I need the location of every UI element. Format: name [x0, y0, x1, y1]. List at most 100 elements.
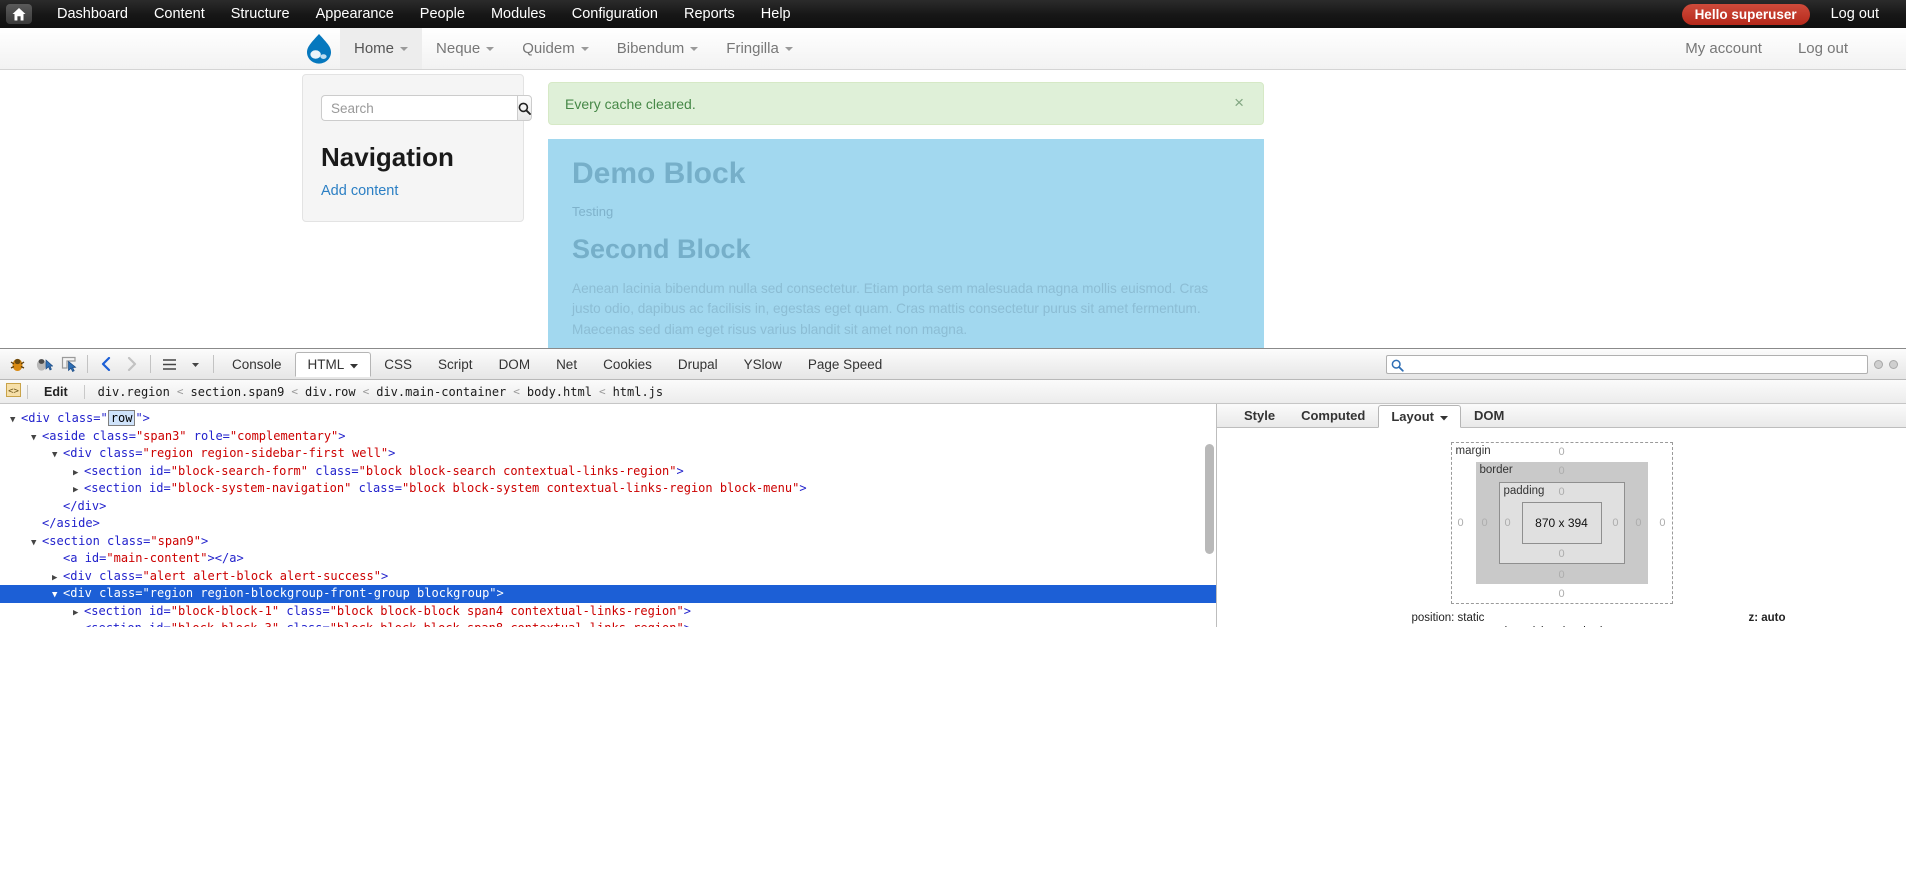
padding-left-value[interactable]: 0: [1505, 517, 1511, 529]
firebug-tab-net[interactable]: Net: [543, 352, 590, 377]
firebug-tab-dom[interactable]: DOM: [486, 352, 544, 377]
firebug-tab-yslow[interactable]: YSlow: [731, 352, 795, 377]
firebug-minimize-icon[interactable]: [1874, 359, 1883, 369]
user-greeting-badge[interactable]: Hello superuser: [1681, 3, 1810, 25]
side-tab-computed[interactable]: Computed: [1288, 404, 1378, 427]
twisty-closed-icon[interactable]: ▶: [73, 622, 84, 627]
html-token-val: "block block-block span8 contextual-link…: [330, 621, 684, 627]
html-tree-scrollbar[interactable]: [1205, 444, 1214, 554]
firebug-tab-cookies[interactable]: Cookies: [590, 352, 665, 377]
nav-log-out[interactable]: Log out: [1780, 28, 1866, 69]
border-bottom-value[interactable]: 0: [1558, 569, 1564, 581]
firebug-bug-icon[interactable]: [4, 351, 30, 377]
border-right-value[interactable]: 0: [1635, 517, 1641, 529]
html-tree-row[interactable]: ▼ <div class=" row ">: [0, 410, 1216, 428]
html-token-punct: </: [63, 498, 78, 513]
nav-item-bibendum[interactable]: Bibendum: [603, 28, 713, 69]
breadcrumb-section-span9[interactable]: section.span9: [183, 385, 291, 399]
firebug-tab-css[interactable]: CSS: [371, 352, 425, 377]
nav-item-fringilla[interactable]: Fringilla: [712, 28, 807, 69]
drupal-droplet-logo[interactable]: [298, 28, 340, 69]
html-tree-row[interactable]: </aside>: [0, 515, 1216, 533]
home-icon[interactable]: [6, 4, 32, 24]
firebug-body: ▼ <div class=" row "> ▼ <aside class="span3" …: [0, 404, 1906, 627]
html-tree-row[interactable]: ▶ <div class="alert alert-block alert-suc…: [0, 568, 1216, 586]
border-top-value[interactable]: 0: [1558, 465, 1564, 477]
side-tab-style[interactable]: Style: [1231, 404, 1288, 427]
html-token-val: "region region-sidebar-first well": [142, 446, 389, 460]
box-model-content-size[interactable]: 870 x 394: [1521, 502, 1602, 544]
nav-item-neque[interactable]: Neque: [422, 28, 508, 69]
padding-bottom-value[interactable]: 0: [1558, 548, 1564, 560]
padding-right-value[interactable]: 0: [1612, 517, 1618, 529]
html-token-plain: [77, 551, 84, 565]
search-input[interactable]: [321, 95, 517, 121]
firebug-tab-html[interactable]: HTML: [294, 351, 372, 377]
admin-menu-dashboard[interactable]: Dashboard: [44, 0, 141, 28]
drupal-admin-toolbar: Dashboard Content Structure Appearance P…: [0, 0, 1906, 28]
margin-bottom-value[interactable]: 0: [1558, 588, 1564, 600]
dropdown-arrow-icon[interactable]: [182, 351, 208, 377]
html-token-attr: class: [315, 463, 352, 478]
toolbar-divider: [150, 355, 151, 373]
navigation-block-title: Navigation: [321, 142, 454, 172]
border-left-value[interactable]: 0: [1482, 517, 1488, 529]
breadcrumb-div-row[interactable]: div.row: [298, 385, 363, 399]
back-arrow-icon[interactable]: [93, 351, 119, 377]
admin-menu-configuration[interactable]: Configuration: [559, 0, 671, 28]
close-icon[interactable]: ×: [1228, 93, 1250, 112]
nav-item-home[interactable]: Home: [340, 28, 423, 69]
html-tree-row[interactable]: ▶ <section id="block-block-1" class="bloc…: [0, 603, 1216, 621]
admin-menu-structure[interactable]: Structure: [218, 0, 303, 28]
firebug-search-input[interactable]: [1386, 354, 1868, 374]
padding-top-value[interactable]: 0: [1558, 486, 1564, 498]
html-tree-row-selected[interactable]: ▼ <div class="region region-blockgroup-fr…: [0, 585, 1216, 603]
admin-menu-help[interactable]: Help: [748, 0, 804, 28]
html-tree-row[interactable]: ▼ <aside class="span3" role="complementar…: [0, 428, 1216, 446]
firebug-inspect-bug-icon[interactable]: [30, 351, 56, 377]
breadcrumb-div-region[interactable]: div.region: [91, 385, 177, 399]
firebug-html-tree[interactable]: ▼ <div class=" row "> ▼ <aside class="span3" …: [0, 404, 1216, 627]
nav-item-home-label: Home: [354, 40, 395, 57]
search-submit-button[interactable]: [517, 95, 532, 121]
attribute-value-editor[interactable]: row: [107, 410, 136, 426]
html-tree-row[interactable]: ▶ <section id="block-search-form" class="…: [0, 463, 1216, 481]
margin-left-value[interactable]: 0: [1458, 517, 1464, 529]
second-block-title: Second Block: [572, 234, 751, 264]
layout-position-value: position: static: [1411, 612, 1485, 624]
admin-menu-modules[interactable]: Modules: [478, 0, 559, 28]
html-tree-row[interactable]: ▶<section id="block-block-3" class="bloc…: [0, 620, 1216, 627]
breadcrumb-div-main-container[interactable]: div.main-container: [369, 385, 513, 399]
margin-top-value[interactable]: 0: [1558, 446, 1564, 458]
admin-menu-appearance[interactable]: Appearance: [303, 0, 407, 28]
nav-item-quidem[interactable]: Quidem: [508, 28, 603, 69]
menu-lines-icon[interactable]: [156, 351, 182, 377]
margin-right-value[interactable]: 0: [1659, 517, 1665, 529]
html-tree-row[interactable]: <a id="main-content"></a>: [0, 550, 1216, 568]
html-tree-row[interactable]: ▶ <section id="block-system-navigation" c…: [0, 480, 1216, 498]
firebug-edit-button[interactable]: Edit: [34, 385, 78, 399]
side-tab-layout[interactable]: Layout: [1378, 405, 1461, 428]
html-tree-row[interactable]: </div>: [0, 498, 1216, 516]
html-tree-row[interactable]: ▼ <section class="span9">: [0, 533, 1216, 551]
firebug-tab-script[interactable]: Script: [425, 352, 486, 377]
firebug-close-icon[interactable]: [1889, 359, 1898, 369]
html-source-icon[interactable]: <>: [6, 383, 21, 400]
admin-menu-reports[interactable]: Reports: [671, 0, 748, 28]
html-token-punct: =: [322, 621, 329, 627]
firebug-tab-console[interactable]: Console: [219, 352, 295, 377]
admin-logout-link[interactable]: Log out: [1818, 0, 1892, 28]
admin-menu-content[interactable]: Content: [141, 0, 218, 28]
html-token-attr: class: [99, 446, 136, 460]
side-tab-dom[interactable]: DOM: [1461, 404, 1517, 427]
pointer-inspect-icon[interactable]: [56, 351, 82, 377]
firebug-tab-drupal[interactable]: Drupal: [665, 352, 731, 377]
firebug-tab-page-speed[interactable]: Page Speed: [795, 352, 895, 377]
breadcrumb-body-html[interactable]: body.html: [520, 385, 599, 399]
sidebar-link-add-content[interactable]: Add content: [321, 183, 398, 199]
admin-menu-people[interactable]: People: [407, 0, 478, 28]
html-tree-row[interactable]: ▼ <div class="region region-sidebar-first…: [0, 445, 1216, 463]
breadcrumb-html-js[interactable]: html.js: [606, 385, 671, 399]
html-token-punct: =: [222, 428, 230, 443]
nav-my-account[interactable]: My account: [1667, 28, 1780, 69]
